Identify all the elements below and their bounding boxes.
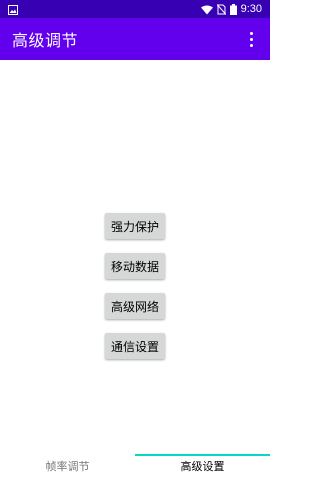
status-time: 9:30 <box>240 3 262 15</box>
strong-protection-button[interactable]: 强力保护 <box>105 213 165 239</box>
no-sim-icon <box>216 0 226 19</box>
page-title: 高级调节 <box>12 31 79 50</box>
mobile-data-button[interactable]: 移动数据 <box>105 253 165 279</box>
image-icon <box>8 0 18 19</box>
status-bar: 9:30 <box>0 0 270 18</box>
communication-settings-button[interactable]: 通信设置 <box>105 333 165 359</box>
tab-frame-rate[interactable]: 帧率调节 <box>0 452 135 480</box>
main-content: 强力保护 移动数据 高级网络 通信设置 <box>0 60 270 452</box>
battery-icon <box>229 0 237 19</box>
more-vert-icon[interactable] <box>242 27 260 51</box>
wifi-icon <box>200 0 213 19</box>
button-stack: 强力保护 移动数据 高级网络 通信设置 <box>0 213 270 359</box>
app-bar: 高级调节 <box>0 18 270 60</box>
bottom-nav: 帧率调节 高级设置 <box>0 452 270 480</box>
tab-advanced-settings[interactable]: 高级设置 <box>135 452 270 480</box>
advanced-network-button[interactable]: 高级网络 <box>105 293 165 319</box>
